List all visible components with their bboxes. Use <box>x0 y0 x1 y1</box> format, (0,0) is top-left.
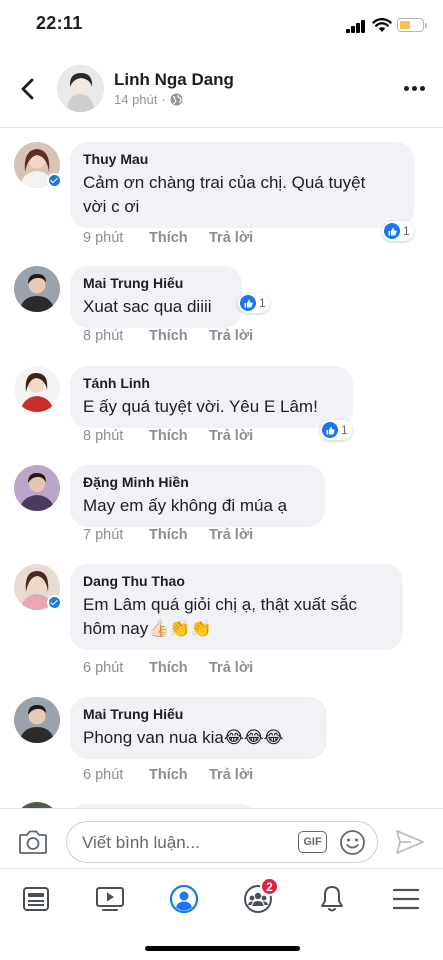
comment-bubble[interactable]: Đặng Minh Hiền May em ấy không đi múa ạ <box>70 465 325 527</box>
menu-icon <box>392 888 420 910</box>
reply-button[interactable]: Trả lời <box>209 328 253 344</box>
comment-actions: 9 phút Thích Trả lời <box>83 230 253 246</box>
tab-menu[interactable] <box>386 879 426 919</box>
commenter-name[interactable]: Tánh Linh <box>83 374 340 392</box>
reaction-count[interactable]: 1 <box>238 293 270 313</box>
like-button[interactable]: Thích <box>149 328 209 344</box>
comment-bubble[interactable]: Tánh Linh E ấy quá tuyệt vời. Yêu E Lâm! <box>70 366 353 428</box>
back-icon[interactable] <box>16 76 42 102</box>
comment-time: 8 phút <box>83 428 124 444</box>
tab-profile[interactable] <box>164 879 204 919</box>
commenter-name[interactable]: Mai Trung Hiếu <box>83 705 314 723</box>
signal-icon <box>346 20 365 33</box>
like-button[interactable]: Thích <box>149 527 209 543</box>
commenter-avatar[interactable] <box>14 266 60 312</box>
header-divider <box>0 127 443 128</box>
commenter-avatar[interactable] <box>14 366 60 412</box>
reaction-count[interactable]: 1 <box>382 221 414 241</box>
comment-bubble[interactable]: Dang Thu Thao Em Lâm quá giỏi chị ạ, thậ… <box>70 564 403 650</box>
commenter-name[interactable]: Dang Thu Thao <box>83 572 390 590</box>
tab-notifications[interactable] <box>312 879 352 919</box>
comment-composer: Viết bình luận... GIF <box>0 808 443 872</box>
reply-button[interactable]: Trả lời <box>209 230 253 246</box>
comment-text: Cảm ơn chàng trai của chị. Quá tuyệt vời… <box>83 173 366 216</box>
verified-badge <box>47 173 62 188</box>
tab-news-feed[interactable] <box>16 879 56 919</box>
battery-icon <box>397 18 427 32</box>
comment-time: 6 phút <box>83 660 124 676</box>
wifi-icon <box>372 18 392 32</box>
comment-actions: 8 phút Thích Trả lời <box>83 328 253 344</box>
commenter-avatar[interactable] <box>14 465 60 511</box>
author-name[interactable]: Linh Nga Dang <box>114 70 234 90</box>
reply-button[interactable]: Trả lời <box>209 660 253 676</box>
meta-separator: · <box>161 92 166 107</box>
post-time[interactable]: 14 phút <box>114 92 157 107</box>
profile-icon <box>169 884 199 914</box>
post-header: Linh Nga Dang 14 phút · <box>0 60 443 120</box>
comment-text: E ấy quá tuyệt vời. Yêu E Lâm! <box>83 397 318 416</box>
comment-time: 6 phút <box>83 767 124 783</box>
comment-time: 8 phút <box>83 328 124 344</box>
status-bar: 22:11 <box>0 0 443 48</box>
comment-bubble[interactable]: Mai Trung Hiếu Phong van nua kia😂😂😂 <box>70 697 327 759</box>
author-avatar[interactable] <box>57 65 104 112</box>
like-icon <box>322 422 338 438</box>
globe-icon <box>170 93 183 106</box>
tab-groups[interactable]: 2 <box>238 877 279 919</box>
status-time: 22:11 <box>36 13 83 33</box>
reply-button[interactable]: Trả lời <box>209 527 253 543</box>
post-meta: 14 phút · <box>114 92 183 107</box>
like-button[interactable]: Thích <box>149 660 209 676</box>
more-icon[interactable] <box>404 86 425 91</box>
commenter-avatar[interactable] <box>14 697 60 743</box>
gif-icon[interactable]: GIF <box>298 831 327 853</box>
reply-button[interactable]: Trả lời <box>209 767 253 783</box>
send-icon[interactable] <box>395 829 425 855</box>
comment-actions: 8 phút Thích Trả lời <box>83 428 253 444</box>
commenter-name[interactable]: Đặng Minh Hiền <box>83 473 312 491</box>
comment-bubble[interactable]: Thuy Mau Cảm ơn chàng trai của chị. Quá … <box>70 142 414 228</box>
comment-actions: 6 phút Thích Trả lời <box>83 660 253 676</box>
verified-badge <box>47 595 62 610</box>
comment-input[interactable]: Viết bình luận... GIF <box>66 821 378 863</box>
comment-text: Phong van nua kia😂😂😂 <box>83 728 284 747</box>
like-button[interactable]: Thích <box>149 230 209 246</box>
like-button[interactable]: Thích <box>149 428 209 444</box>
tab-watch[interactable] <box>90 879 130 919</box>
comment-text: Xuat sac qua diiii <box>83 297 212 316</box>
comment-time: 9 phút <box>83 230 124 246</box>
comment-actions: 7 phút Thích Trả lời <box>83 527 253 543</box>
bell-icon <box>321 886 343 912</box>
watch-icon <box>96 887 124 911</box>
reaction-count[interactable]: 1 <box>320 420 352 440</box>
like-button[interactable]: Thích <box>149 767 209 783</box>
news-feed-icon <box>23 887 49 911</box>
comment-bubble[interactable]: Mai Trung Hiếu Xuat sac qua diiii <box>70 266 242 328</box>
comment-text: May em ấy không đi múa ạ <box>83 496 288 515</box>
emoji-icon[interactable] <box>339 829 366 856</box>
camera-icon[interactable] <box>18 829 48 855</box>
home-indicator[interactable] <box>145 946 300 951</box>
groups-badge: 2 <box>260 877 279 896</box>
comment-text: Em Lâm quá giỏi chị ạ, thật xuất sắc hôm… <box>83 595 358 638</box>
comment-placeholder: Viết bình luận... <box>82 833 200 852</box>
comment-actions: 6 phút Thích Trả lời <box>83 767 253 783</box>
commenter-name[interactable]: Mai Trung Hiếu <box>83 274 229 292</box>
comment-time: 7 phút <box>83 527 124 543</box>
commenter-name[interactable]: Thuy Mau <box>83 150 401 168</box>
like-icon <box>384 223 400 239</box>
like-icon <box>240 295 256 311</box>
reply-button[interactable]: Trả lời <box>209 428 253 444</box>
